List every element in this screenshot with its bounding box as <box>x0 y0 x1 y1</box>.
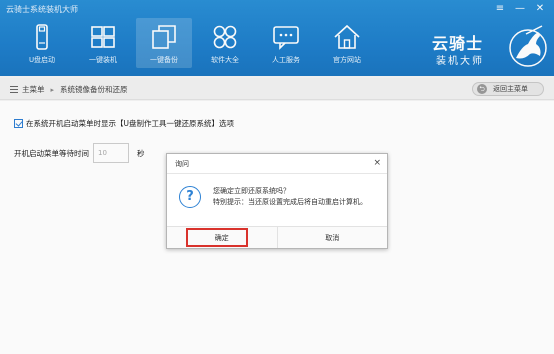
dialog-title: 询问 <box>175 159 189 168</box>
confirm-dialog: 询问 × ? 您确定立即还原系统吗？ 特别提示：当还原设置完成后将自动重启计算机… <box>166 153 388 249</box>
dialog-message: 您确定立即还原系统吗？ <box>213 187 290 195</box>
dialog-body: ? 您确定立即还原系统吗？ 特别提示：当还原设置完成后将自动重启计算机。 <box>167 174 387 226</box>
cancel-button-label: 取消 <box>325 233 340 242</box>
highlight-box <box>186 228 248 247</box>
cancel-button[interactable]: 取消 <box>277 227 387 248</box>
dialog-hint: 特别提示：当还原设置完成后将自动重启计算机。 <box>213 198 367 206</box>
dialog-buttons: 确定 取消 <box>167 226 387 248</box>
dialog-close-icon[interactable]: × <box>373 158 381 168</box>
question-icon: ? <box>179 186 201 208</box>
confirm-button[interactable]: 确定 <box>167 227 278 248</box>
dialog-titlebar: 询问 × <box>167 154 387 174</box>
